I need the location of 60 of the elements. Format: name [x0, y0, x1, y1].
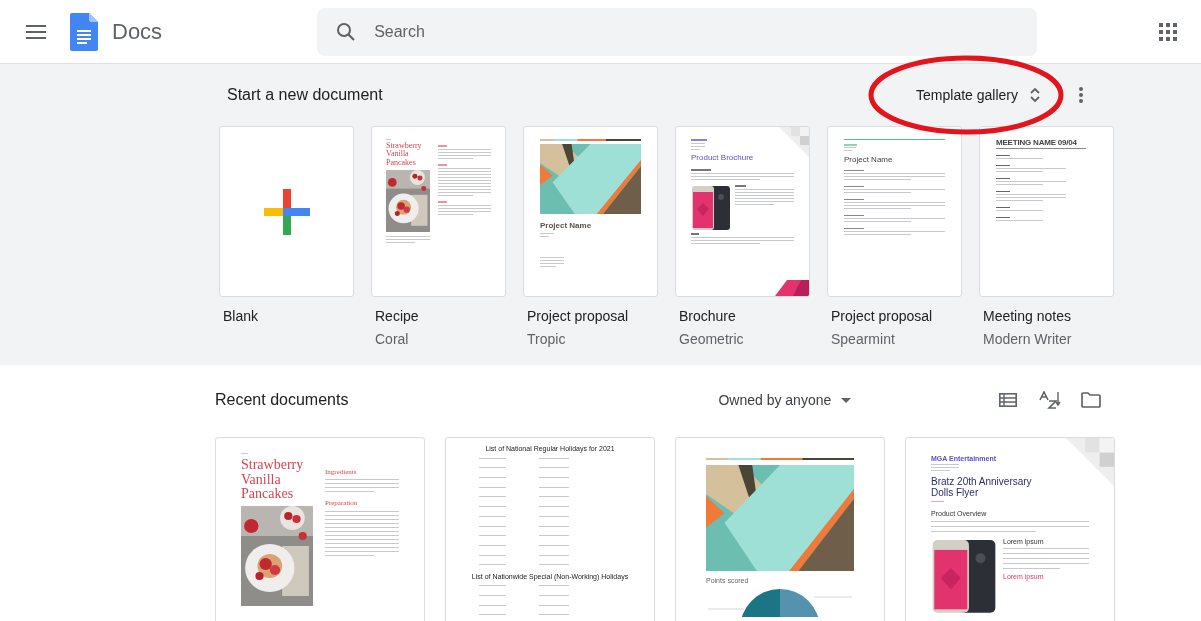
blurred-text-drawing	[438, 149, 491, 159]
template-theme: Geometric	[679, 330, 745, 349]
blurred-text-drawing	[386, 236, 430, 244]
template-thumbnail[interactable]	[219, 126, 354, 297]
template-theme: Tropic	[527, 330, 567, 349]
blurred-text-drawing	[540, 233, 554, 238]
section-heading: Start a new document	[227, 85, 383, 105]
project-title: Project Name	[844, 156, 894, 165]
app-name: Docs	[112, 18, 163, 46]
apps-button[interactable]	[1159, 22, 1177, 41]
search-input[interactable]: Search	[374, 11, 1030, 52]
plus-icon	[263, 188, 310, 235]
section-heading: Recent documents	[215, 390, 349, 410]
search-field[interactable]: Search	[317, 7, 1038, 56]
template-name: Blank	[223, 307, 260, 326]
flyer-title: Bratz 20th Anniversary Dolls Flyer	[931, 477, 1033, 499]
owner-filter-dropdown[interactable]: Owned by anyone	[718, 389, 852, 411]
blurred-text-drawing	[931, 464, 959, 472]
pixel-corner-drawing	[1066, 438, 1114, 486]
brochure-title: Product Brochure	[691, 154, 755, 163]
phone-drawing	[691, 185, 731, 231]
recipe-title: Strawberry Vanilla Pancakes	[241, 458, 305, 503]
template-theme: Modern Writer	[983, 330, 1073, 349]
list-view-icon	[999, 393, 1017, 407]
list-view-button[interactable]	[999, 393, 1017, 407]
folder-icon	[1081, 392, 1101, 408]
blurred-text-drawing	[691, 143, 705, 150]
more-options-button[interactable]	[1078, 87, 1084, 103]
caret-icon	[841, 397, 852, 403]
template-name: Project proposal	[831, 307, 934, 326]
blurred-text-drawing	[438, 168, 491, 196]
template-thumbnail[interactable]: Product Brochure	[675, 126, 810, 297]
search-icon	[337, 22, 356, 41]
blurred-text-drawing	[996, 194, 1066, 202]
template-theme: Spearmint	[831, 330, 896, 349]
meeting-title: MEETING NAME 09/04	[996, 139, 1078, 148]
template-theme: Coral	[375, 330, 410, 349]
document-logo-icon	[70, 12, 98, 51]
sort-az-icon	[1039, 391, 1061, 409]
blurred-text-drawing	[996, 181, 1066, 186]
folder-button[interactable]	[1081, 392, 1101, 408]
blurred-text-drawing	[438, 205, 491, 215]
template-thumbnail[interactable]: MEETING NAME 09/04	[979, 126, 1114, 297]
template-name: Recipe	[375, 307, 420, 326]
pixel-corner-drawing	[779, 127, 809, 157]
project-title: Project Name	[540, 222, 593, 231]
template-thumbnail[interactable]: Strawberry Vanilla Pancakes	[371, 126, 506, 297]
menu-icon	[26, 24, 46, 39]
blurred-text-drawing	[996, 168, 1066, 173]
template-name: Brochure	[679, 307, 737, 326]
recipe-title: Strawberry Vanilla Pancakes	[386, 142, 423, 168]
apps-grid-icon	[1159, 22, 1177, 41]
template-name: Meeting notes	[983, 307, 1072, 326]
blurred-text-drawing	[540, 257, 564, 268]
template-name: Project proposal	[527, 307, 630, 326]
template-thumbnail[interactable]: Project Name	[827, 126, 962, 297]
more-vertical-icon	[1079, 87, 1083, 103]
unfold-icon	[1030, 87, 1040, 103]
template-thumbnail[interactable]: Project Name	[523, 126, 658, 297]
sort-button[interactable]	[1039, 391, 1061, 409]
